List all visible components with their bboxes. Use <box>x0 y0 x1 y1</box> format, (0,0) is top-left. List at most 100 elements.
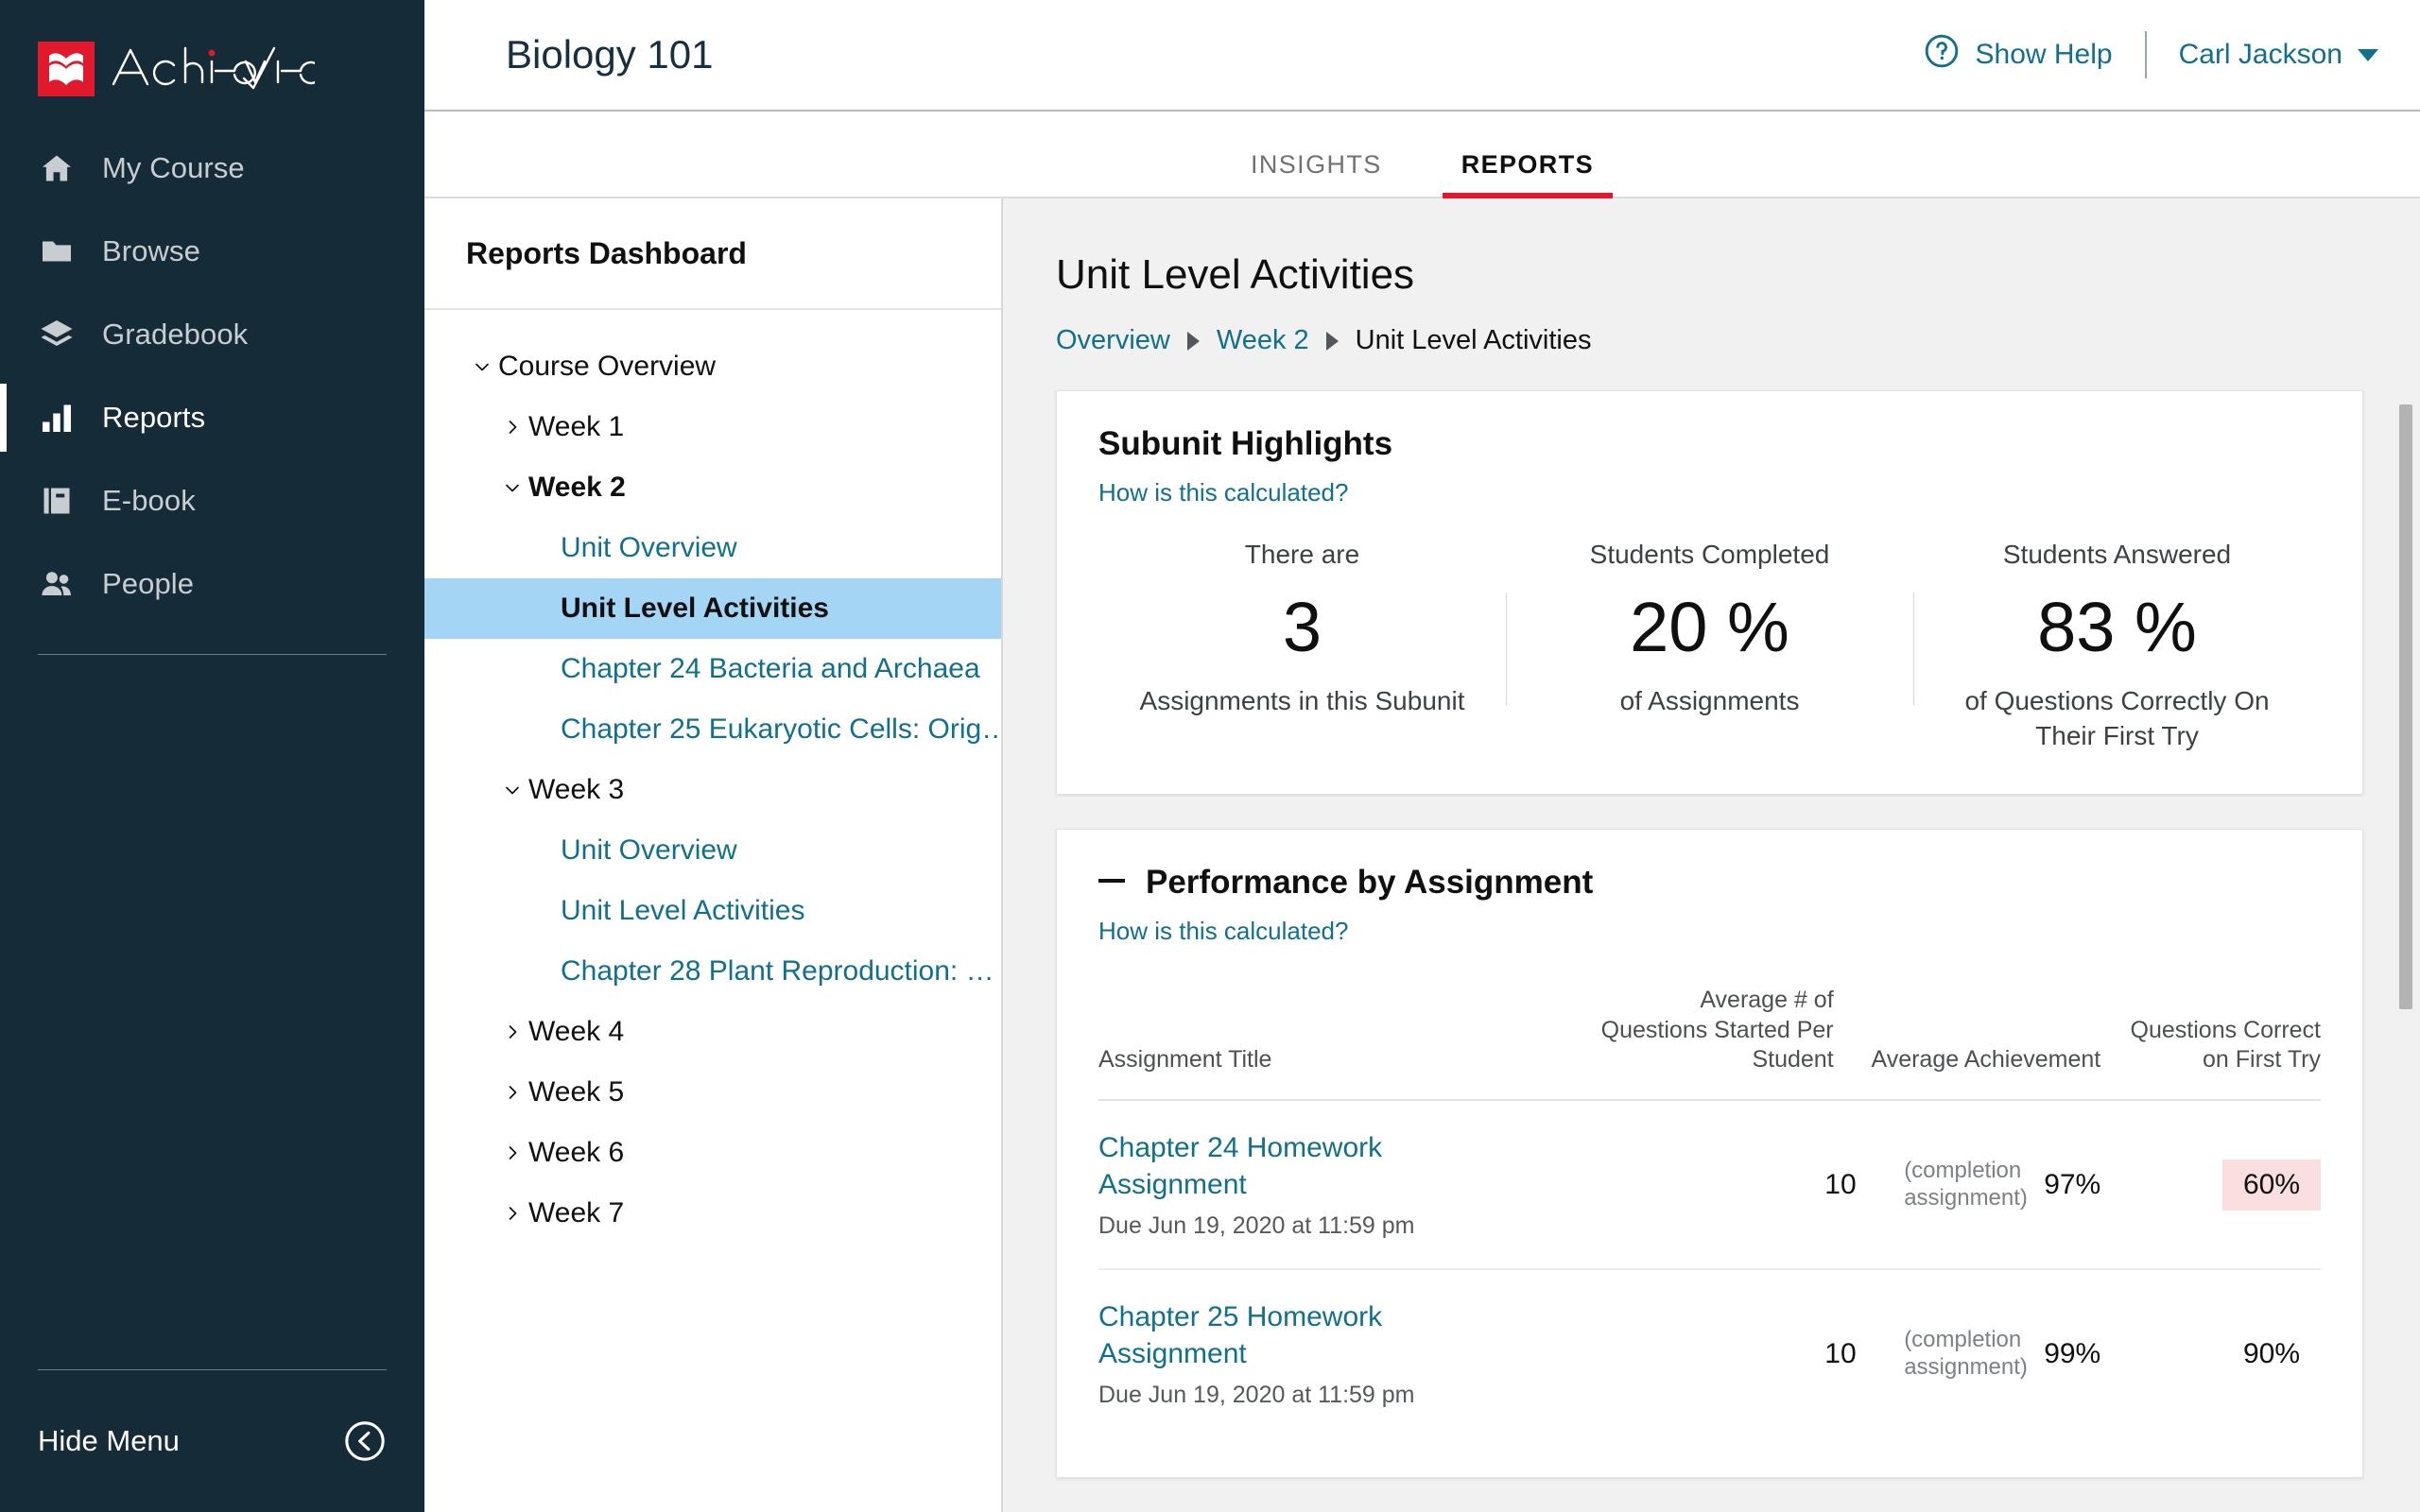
assignment-link[interactable]: Chapter 24 Homework Assignment <box>1098 1129 1467 1203</box>
tree-node-w3-unit-overview[interactable]: Unit Overview <box>424 820 1001 881</box>
tree-node-week-4[interactable]: Week 4 <box>424 1002 1001 1062</box>
tree-node-label: Week 2 <box>528 472 626 503</box>
cell-first-try: 60% <box>2100 1100 2321 1271</box>
topbar-actions: Show Help Carl Jackson <box>1924 31 2378 78</box>
stat-top-label: Students Completed <box>1589 540 1830 569</box>
sidebar-item-people[interactable]: People <box>0 542 424 626</box>
col-questions-correct-first-try: Questions Correct on First Try <box>2100 972 2321 1102</box>
achievement-note: (completion assignment) <box>1904 1157 2028 1211</box>
chevron-right-icon <box>496 1202 528 1225</box>
tab-insights[interactable]: INSIGHTS <box>1232 150 1401 197</box>
tree-node-w2-chapter-25[interactable]: Chapter 25 Eukaryotic Cells: Orig… <box>424 699 1010 760</box>
breadcrumb-week-2[interactable]: Week 2 <box>1217 325 1309 356</box>
achievement-note: (completion assignment) <box>1904 1326 2028 1380</box>
home-icon <box>38 151 81 185</box>
folder-icon <box>38 234 81 268</box>
performance-table: Assignment Title Average # of Questions … <box>1098 972 2321 1437</box>
performance-by-assignment-card: Performance by Assignment How is this ca… <box>1056 829 2363 1479</box>
how-is-this-calculated-link-performance[interactable]: How is this calculated? <box>1098 917 2321 946</box>
breadcrumb-separator-icon <box>1325 331 1339 351</box>
breadcrumb: Overview Week 2 Unit Level Activities <box>1056 325 2363 356</box>
tree-node-week-6[interactable]: Week 6 <box>424 1123 1001 1183</box>
breadcrumb-overview[interactable]: Overview <box>1056 325 1170 356</box>
tree-node-label: Week 7 <box>528 1197 625 1228</box>
tabstrip: INSIGHTS REPORTS <box>424 112 2420 198</box>
user-name-label: Carl Jackson <box>2178 39 2342 70</box>
tree-node-w2-chapter-24[interactable]: Chapter 24 Bacteria and Archaea <box>424 639 1001 699</box>
topbar-divider <box>2144 31 2147 78</box>
tree-node-week-7[interactable]: Week 7 <box>424 1183 1001 1244</box>
assignment-link[interactable]: Chapter 25 Homework Assignment <box>1098 1298 1467 1372</box>
tree-node-week-5[interactable]: Week 5 <box>424 1062 1001 1123</box>
chevron-down-icon <box>496 779 528 801</box>
show-help-label: Show Help <box>1975 39 2113 70</box>
how-is-this-calculated-link-highlights[interactable]: How is this calculated? <box>1098 478 2321 507</box>
tree-node-label: Week 6 <box>528 1137 625 1168</box>
brand-wordmark <box>112 43 323 96</box>
sidebar-label: My Course <box>102 151 245 184</box>
tree-body: Course Overview Week 1 Week 2 Unit Overv… <box>424 310 1010 1244</box>
cell-achievement: (completion assignment) 97% <box>1856 1100 2101 1271</box>
sidebar-item-browse[interactable]: Browse <box>0 210 424 293</box>
performance-table-head: Assignment Title Average # of Questions … <box>1098 972 2321 1102</box>
sidebar-label: E-book <box>102 484 196 517</box>
col-avg-questions-started: Average # of Questions Started Per Stude… <box>1587 972 1857 1102</box>
tree-node-w3-chapter-28[interactable]: Chapter 28 Plant Reproduction: … <box>424 941 1001 1002</box>
tree-header: Reports Dashboard <box>424 198 1001 310</box>
hide-menu-button[interactable]: Hide Menu <box>38 1370 387 1512</box>
tree-node-label: Week 5 <box>528 1076 625 1108</box>
tree-node-label: Week 4 <box>528 1016 625 1047</box>
performance-title-row: Performance by Assignment <box>1098 864 2321 902</box>
cell-achievement: (completion assignment) 99% <box>1857 1269 2101 1437</box>
stat-students-answered: Students Answered 83 % of Questions Corr… <box>1913 540 2321 754</box>
cell-assignment: Chapter 25 Homework Assignment Due Jun 1… <box>1098 1269 1587 1437</box>
vertical-scrollbar[interactable] <box>2397 404 2414 1512</box>
sidebar-item-ebook[interactable]: E-book <box>0 459 424 542</box>
achievement-value: 99% <box>2044 1337 2101 1369</box>
page-title: Unit Level Activities <box>1056 251 1415 298</box>
tree-node-week-3[interactable]: Week 3 <box>424 760 1001 820</box>
performance-title: Performance by Assignment <box>1146 864 1594 902</box>
sidebar-item-reports[interactable]: Reports <box>0 376 424 459</box>
primary-nav: My Course Browse Gradebook Reports E-boo… <box>0 127 424 655</box>
tree-node-week-2[interactable]: Week 2 <box>424 457 1001 518</box>
subunit-stats: There are 3 Assignments in this Subunit … <box>1098 540 2321 754</box>
chevron-down-icon <box>496 476 528 499</box>
sidebar-item-my-course[interactable]: My Course <box>0 127 424 210</box>
stat-bottom-label: of Assignments <box>1619 685 1800 715</box>
achieve-book-mark-icon <box>38 42 95 96</box>
hide-menu-label: Hide Menu <box>38 1424 180 1457</box>
sidebar-label: People <box>102 567 195 600</box>
brand-logo[interactable] <box>0 0 424 112</box>
stat-value: 83 % <box>2037 588 2197 666</box>
book-icon <box>38 484 81 518</box>
tab-reports[interactable]: REPORTS <box>1442 150 1614 198</box>
show-help-button[interactable]: Show Help <box>1924 33 2113 77</box>
tree-node-w2-unit-overview[interactable]: Unit Overview <box>424 518 1001 578</box>
tree-node-label: Unit Overview <box>561 532 737 563</box>
tree-node-course-overview[interactable]: Course Overview <box>424 336 1001 397</box>
topbar: Biology 101 Show Help Carl Jackson <box>424 0 2420 112</box>
hide-menu-wrap: Hide Menu <box>0 1369 424 1512</box>
chevron-right-icon <box>496 1142 528 1164</box>
sidebar-item-gradebook[interactable]: Gradebook <box>0 293 424 376</box>
chevron-right-icon <box>496 416 528 438</box>
stat-top-label: Students Answered <box>2002 540 2232 569</box>
stat-value: 3 <box>1282 588 1322 666</box>
caret-down-icon <box>2358 48 2378 61</box>
tree-node-w3-unit-level-activities[interactable]: Unit Level Activities <box>424 881 1001 941</box>
minus-icon[interactable] <box>1098 879 1125 884</box>
app-root: My Course Browse Gradebook Reports E-boo… <box>0 0 2420 1512</box>
user-menu-button[interactable]: Carl Jackson <box>2179 39 2378 71</box>
scrollbar-thumb[interactable] <box>2399 404 2412 1009</box>
assignment-due: Due Jun 19, 2020 at 11:59 pm <box>1098 1382 1415 1409</box>
performance-table-body: Chapter 24 Homework Assignment Due Jun 1… <box>1098 1100 2321 1437</box>
stat-value: 20 % <box>1630 588 1789 666</box>
stat-bottom-label: Assignments in this Subunit <box>1139 685 1465 715</box>
cell-questions: 10 <box>1824 1337 1857 1369</box>
assignment-due: Due Jun 19, 2020 at 11:59 pm <box>1098 1212 1415 1240</box>
breadcrumb-current: Unit Level Activities <box>1355 325 1592 355</box>
tree-node-w2-unit-level-activities[interactable]: Unit Level Activities <box>424 578 1001 639</box>
tree-node-week-1[interactable]: Week 1 <box>424 397 1001 457</box>
